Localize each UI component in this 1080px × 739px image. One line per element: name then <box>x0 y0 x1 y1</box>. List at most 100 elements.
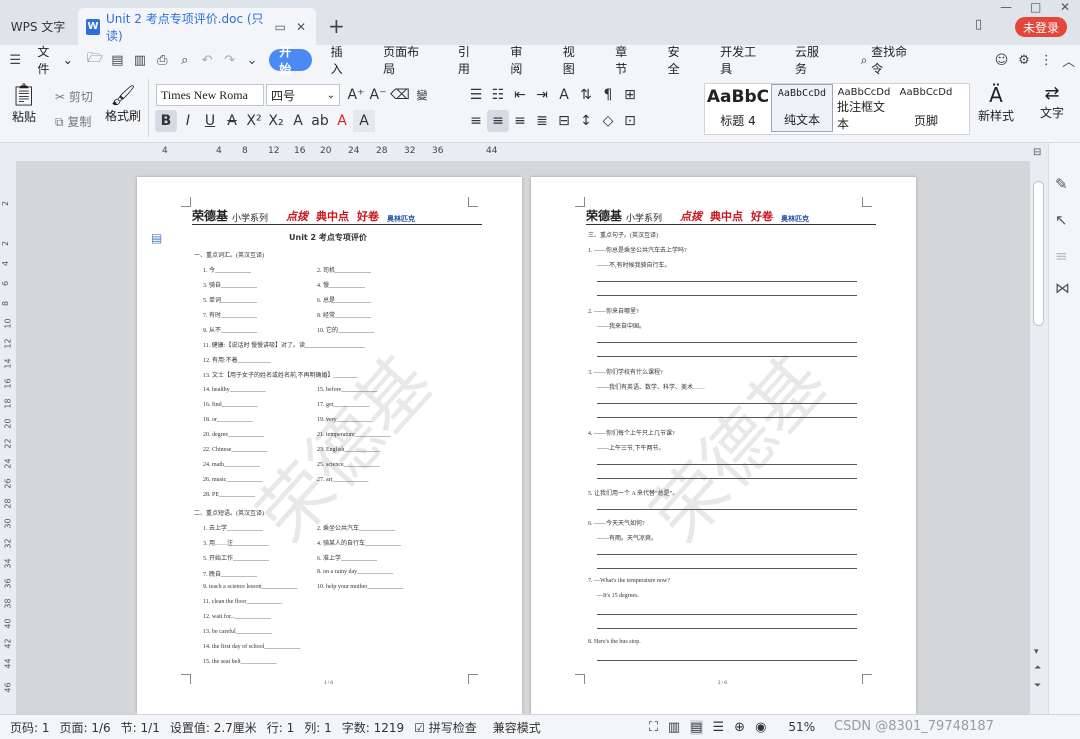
decrease-indent-icon[interactable]: ⇤ <box>509 84 531 106</box>
tab-developer[interactable]: 开发工具 <box>709 45 776 76</box>
format-painter-button[interactable]: 🖌︎ 格式刷 <box>105 83 141 124</box>
new-style-button[interactable]: Ä 新样式 <box>978 83 1014 124</box>
decrease-font-icon[interactable]: A⁻ <box>367 84 389 106</box>
phonetic-icon[interactable]: 變 <box>411 84 433 106</box>
prev-page-icon[interactable]: ⏶ <box>1034 663 1041 673</box>
redo-icon[interactable]: ↷ <box>218 53 240 68</box>
preview-icon[interactable]: ⌕ <box>174 53 196 68</box>
status-section[interactable]: 节: 1/1 <box>121 719 160 736</box>
compat-mode[interactable]: 兼容模式 <box>493 719 541 736</box>
tab-references[interactable]: 引用 <box>447 45 491 76</box>
paste-button[interactable]: 📋︎ 粘贴 <box>10 83 38 125</box>
settings-icon[interactable]: ⚙ <box>1013 53 1035 68</box>
clear-format-icon[interactable]: ⌫ <box>389 84 411 106</box>
layout-icon[interactable]: ▯ <box>975 17 982 32</box>
close-window-icon[interactable]: ✕ <box>1060 0 1070 14</box>
sort-icon[interactable]: ⇅ <box>575 84 597 106</box>
document-workspace[interactable]: 荣德基 荣德基 小学系列 点拨 典中点 好卷 奥林匹克 ▤ Unit 2 考点专… <box>16 161 1030 714</box>
tab-security[interactable]: 安全 <box>657 45 701 76</box>
web-view-icon[interactable]: ⊕ <box>734 720 745 735</box>
tab-chapter[interactable]: 章节 <box>604 45 648 76</box>
bullet-list-icon[interactable]: ☰ <box>465 84 487 106</box>
zoom-level[interactable]: 51% <box>788 720 815 734</box>
tab-cloud[interactable]: 云服务 <box>784 45 840 76</box>
vertical-ruler[interactable]: 2 2 4 6 8 10 12 14 16 18 20 22 24 26 28 … <box>0 161 16 714</box>
superscript-button[interactable]: X² <box>243 110 265 132</box>
font-size-select[interactable]: 四号 ⌄ <box>266 84 340 106</box>
subscript-button[interactable]: X₂ <box>265 110 287 132</box>
align-center-icon[interactable]: ≡ <box>487 110 509 132</box>
eye-protection-icon[interactable]: ◉ <box>755 720 766 735</box>
doc-outline-icon[interactable]: ▤ <box>151 231 162 245</box>
minimize-icon[interactable]: — <box>1000 0 1012 14</box>
show-marks-icon[interactable]: ¶ <box>597 84 619 106</box>
page-2[interactable]: 荣德基 荣德基 小学系列 点拨 典中点 好卷 奥林匹克 三、重点句子。(英汉互译… <box>531 177 916 714</box>
screen-icon[interactable]: ▭ <box>275 20 286 34</box>
scrollbar-thumb[interactable] <box>1033 181 1044 326</box>
status-setting[interactable]: 设置值: 2.7厘米 <box>170 719 257 736</box>
distribute-icon[interactable]: ⊟ <box>553 110 575 132</box>
text-direction-icon[interactable]: A <box>553 84 575 106</box>
hamburger-menu-icon[interactable]: ☰ <box>4 53 26 68</box>
align-right-icon[interactable]: ≡ <box>509 110 531 132</box>
emphasis-icon[interactable]: A <box>287 110 309 132</box>
tab-page-layout[interactable]: 页面布局 <box>372 45 439 76</box>
new-tab-button[interactable]: + <box>328 14 345 38</box>
share-icon[interactable]: ⋈ <box>1055 279 1070 297</box>
outline-view-icon[interactable]: ☰ <box>713 720 725 735</box>
tab-view[interactable]: 视图 <box>552 45 596 76</box>
underline-button[interactable]: U <box>199 110 221 132</box>
cut-button[interactable]: ✂ 剪切 <box>55 88 93 105</box>
ruler-toggle-icon[interactable]: ⊟ <box>1033 147 1041 158</box>
print-icon[interactable]: ⎙ <box>151 53 173 68</box>
horizontal-ruler[interactable]: 4 4 8 12 16 20 24 28 32 36 44 <box>0 143 1080 161</box>
increase-font-icon[interactable]: A⁺ <box>345 84 367 106</box>
font-name-select[interactable]: Times New Roma <box>156 84 264 106</box>
undo-icon[interactable]: ↶ <box>196 53 218 68</box>
save-icon[interactable]: ▤ <box>106 53 128 68</box>
fullscreen-icon[interactable]: ⛶ <box>649 720 658 735</box>
style-comment-box[interactable]: AaBbCcDd 批注框文本 <box>833 84 895 132</box>
pdf-icon[interactable]: ▥ <box>129 53 151 68</box>
document-tab[interactable]: W Unit 2 考点专项评价.doc (只读) ▭ ✕ <box>78 8 316 45</box>
quick-access-dropdown-icon[interactable]: ⌄ <box>241 53 263 68</box>
align-left-icon[interactable]: ≡ <box>465 110 487 132</box>
feedback-icon[interactable]: ☺ <box>990 53 1012 68</box>
scroll-down-icon[interactable]: ▾ <box>1034 647 1039 657</box>
page-view-icon[interactable]: ▤ <box>690 719 703 735</box>
justify-icon[interactable]: ≣ <box>531 110 553 132</box>
format-panel-icon[interactable]: ≡ <box>1055 247 1068 265</box>
page-1[interactable]: 荣德基 荣德基 小学系列 点拨 典中点 好卷 奥林匹克 ▤ Unit 2 考点专… <box>137 177 522 714</box>
search-command[interactable]: ⌕ 查找命令 <box>850 45 927 76</box>
border-icon[interactable]: ⊡ <box>619 110 641 132</box>
italic-button[interactable]: I <box>177 110 199 132</box>
highlight-icon[interactable]: ab <box>309 110 331 132</box>
numbered-list-icon[interactable]: ☷ <box>487 84 509 106</box>
login-button[interactable]: 未登录 <box>1015 17 1067 37</box>
more-icon[interactable]: ⋮ <box>1035 53 1057 68</box>
edit-pen-icon[interactable]: ✎ <box>1055 175 1068 193</box>
tab-review[interactable]: 审阅 <box>499 45 543 76</box>
style-heading4[interactable]: AaBbC 标题 4 <box>705 84 771 132</box>
status-col[interactable]: 列: 1 <box>304 719 332 736</box>
vertical-scrollbar[interactable]: ▾ ⏶ ⏷ <box>1030 161 1048 714</box>
spell-check-button[interactable]: ☑ 拼写检查 <box>414 719 477 736</box>
bold-button[interactable]: B <box>155 110 177 132</box>
two-page-view-icon[interactable]: ▥ <box>668 720 680 735</box>
tab-home[interactable]: 开始 <box>269 45 312 76</box>
next-page-icon[interactable]: ⏷ <box>1034 681 1041 691</box>
style-plain-text[interactable]: AaBbCcDd 纯文本 <box>771 84 833 132</box>
collapse-ribbon-icon[interactable]: ︿ <box>1058 51 1080 70</box>
select-cursor-icon[interactable]: ↖ <box>1055 211 1068 229</box>
table-grid-icon[interactable]: ⊞ <box>619 84 641 106</box>
tab-insert[interactable]: 插入 <box>320 45 364 76</box>
file-menu[interactable]: 文件 ⌄ <box>26 45 83 76</box>
close-tab-icon[interactable]: ✕ <box>296 20 306 34</box>
style-footer[interactable]: AaBbCcDd 页脚 <box>895 84 957 132</box>
font-color-button[interactable]: A <box>331 110 353 132</box>
maximize-icon[interactable]: □ <box>1030 0 1041 14</box>
status-pages[interactable]: 页面: 1/6 <box>60 719 111 736</box>
increase-indent-icon[interactable]: ⇥ <box>531 84 553 106</box>
char-shading-button[interactable]: A <box>353 110 375 132</box>
text-tool-button[interactable]: ⇄ 文字 <box>1040 83 1064 121</box>
